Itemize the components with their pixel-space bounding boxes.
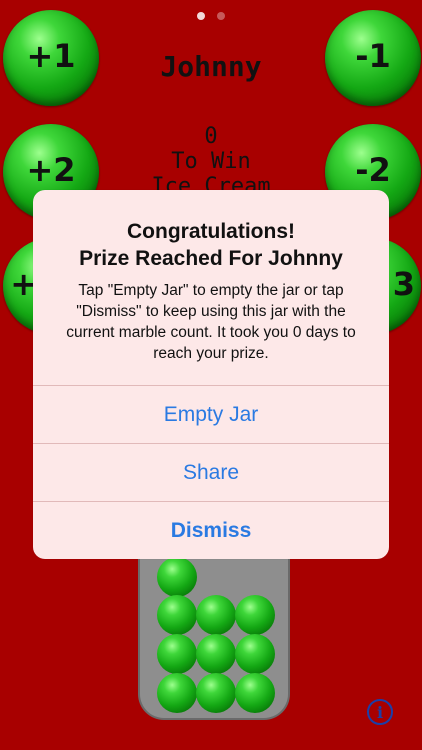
add-one-button[interactable]: +1	[3, 10, 99, 106]
jar-marble	[235, 595, 275, 635]
subtract-one-label: -1	[355, 37, 391, 75]
page-dot-1[interactable]	[197, 12, 205, 20]
info-button[interactable]: i	[367, 699, 393, 725]
prize-alert-dialog: Congratulations! Prize Reached For Johnn…	[33, 190, 389, 559]
subtract-two-label: -2	[355, 151, 391, 189]
alert-title-line-1: Congratulations!	[127, 220, 295, 243]
add-two-label: +2	[26, 151, 76, 189]
share-button[interactable]: Share	[33, 443, 389, 501]
subtract-three-label: 3	[392, 265, 415, 303]
info-icon: i	[376, 702, 384, 722]
marble-count: 0	[204, 124, 218, 149]
add-one-label: +1	[26, 37, 76, 75]
marble-jar	[138, 545, 290, 720]
alert-title: Congratulations! Prize Reached For Johnn…	[43, 218, 379, 272]
jar-marble	[157, 673, 197, 713]
marble-jar-screen: +1 Johnny -1 +2 0 To Win Ice Cream -2 + …	[0, 0, 422, 750]
jar-marble	[235, 673, 275, 713]
page-dot-2[interactable]	[217, 12, 225, 20]
alert-actions: Empty Jar Share Dismiss	[33, 385, 389, 559]
empty-jar-button[interactable]: Empty Jar	[33, 385, 389, 443]
subtract-one-button[interactable]: -1	[325, 10, 421, 106]
jar-marble	[235, 634, 275, 674]
dismiss-button[interactable]: Dismiss	[33, 501, 389, 559]
alert-title-line-2: Prize Reached For Johnny	[79, 247, 343, 270]
jar-marble	[157, 634, 197, 674]
jar-marble	[196, 634, 236, 674]
jar-marble	[196, 673, 236, 713]
jar-marble	[157, 557, 197, 597]
goal-text: 0 To Win Ice Cream	[110, 124, 312, 199]
jar-name: Johnny	[160, 50, 262, 83]
jar-marble	[196, 595, 236, 635]
goal-line-1: To Win	[171, 149, 251, 174]
jar-marble	[157, 595, 197, 635]
alert-message: Tap "Empty Jar" to empty the jar or tap …	[66, 282, 356, 362]
